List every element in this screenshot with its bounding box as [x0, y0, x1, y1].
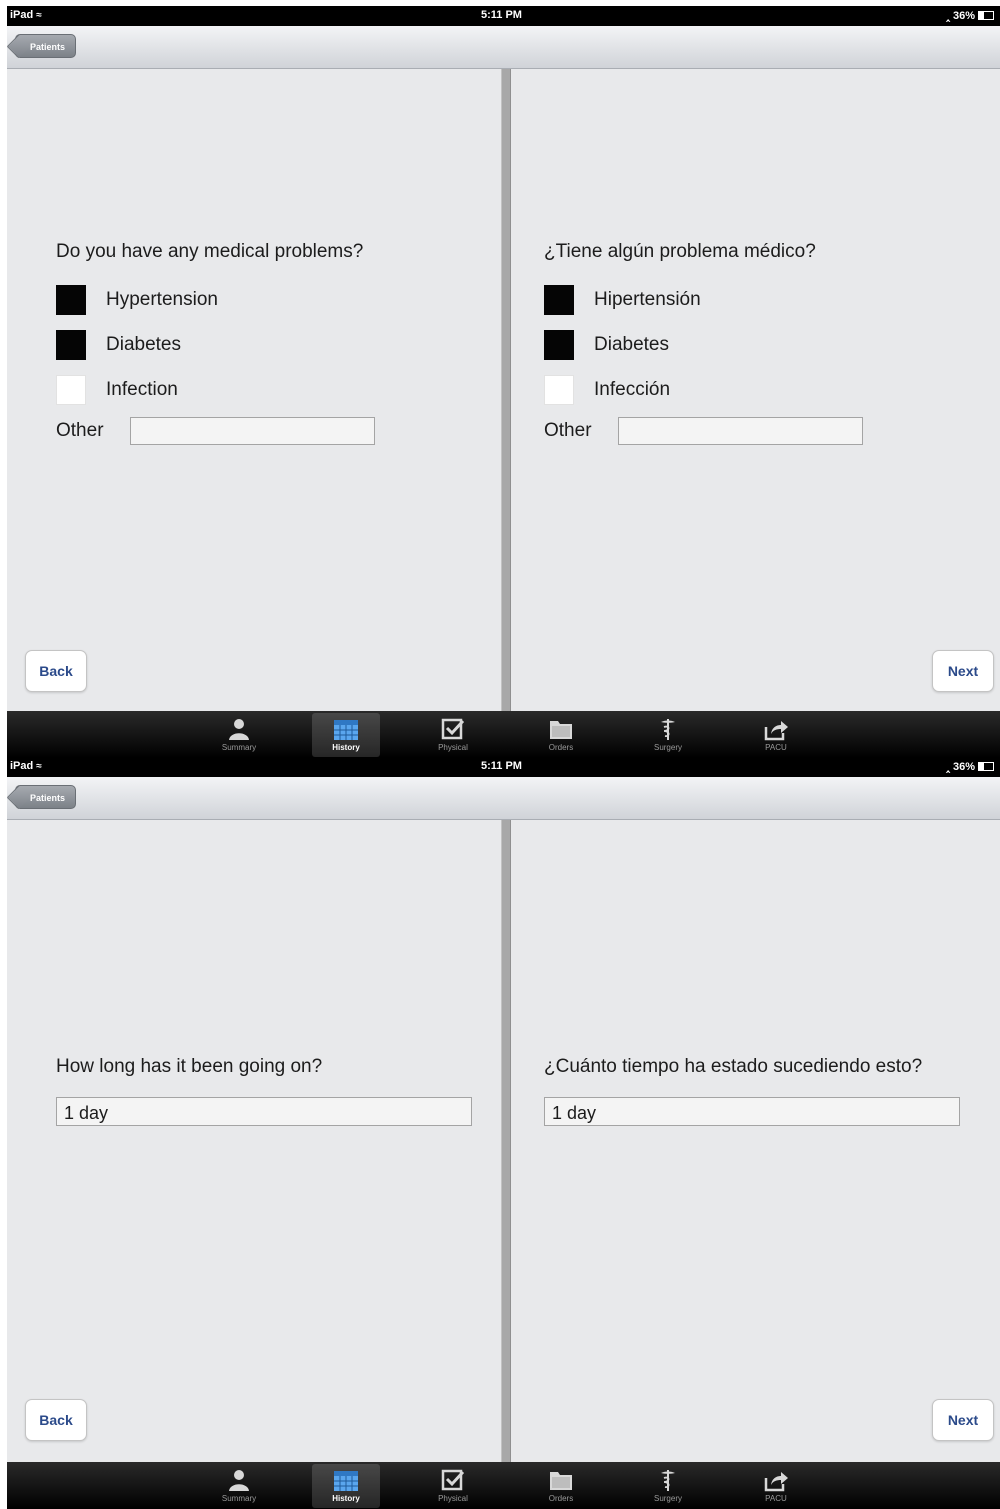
tab-label: History: [332, 743, 360, 752]
tab-history[interactable]: History: [312, 713, 380, 757]
status-battery: ‸ 36%: [946, 9, 994, 22]
spanish-pane: ¿Cuánto tiempo ha estado sucediendo esto…: [511, 820, 1000, 1462]
calendar-icon: [312, 713, 380, 743]
next-button[interactable]: Next: [932, 1399, 994, 1441]
option-hipertension[interactable]: Hipertensión: [544, 285, 701, 315]
checkbox[interactable]: [56, 330, 86, 360]
tab-label: Summary: [221, 743, 257, 752]
option-infeccion[interactable]: Infección: [544, 375, 670, 405]
status-battery: ‸ 36%: [946, 760, 994, 773]
option-hypertension[interactable]: Hypertension: [56, 285, 218, 315]
checkbox-icon: [419, 713, 487, 743]
patients-back-button[interactable]: Patients: [15, 34, 77, 58]
tab-orders[interactable]: Orders: [527, 1464, 595, 1508]
bluetooth-icon: ‸: [946, 761, 950, 773]
checkbox[interactable]: [56, 285, 86, 315]
other-input[interactable]: [130, 417, 375, 445]
calendar-icon: [312, 1464, 380, 1494]
navigation-bar: Patients: [7, 777, 1000, 820]
tab-label: Physical: [438, 743, 468, 752]
other-input[interactable]: [618, 417, 863, 445]
other-label: Other: [56, 420, 104, 441]
tab-summary[interactable]: Summary: [205, 713, 273, 757]
caduceus-icon: [634, 713, 702, 743]
battery-icon: [978, 11, 994, 20]
navigation-bar: Patients: [7, 26, 1000, 69]
tab-label: Summary: [221, 1494, 257, 1503]
back-button[interactable]: Back: [25, 1399, 87, 1441]
spanish-pane: ¿Tiene algún problema médico? Hipertensi…: [511, 69, 1000, 711]
tab-surgery[interactable]: Surgery: [634, 713, 702, 757]
option-infection[interactable]: Infection: [56, 375, 178, 405]
tab-label: History: [332, 1494, 360, 1503]
tab-label: PACU: [765, 743, 787, 752]
status-time: 5:11 PM: [481, 9, 522, 21]
option-diabetes[interactable]: Diabetes: [56, 330, 181, 360]
tab-physical[interactable]: Physical: [419, 1464, 487, 1508]
checkbox[interactable]: [544, 330, 574, 360]
option-label: Hypertension: [106, 289, 218, 310]
tab-label: Surgery: [653, 1494, 682, 1503]
share-icon: [742, 1464, 810, 1494]
other-label: Other: [544, 420, 592, 441]
tab-bar: Summary History Physical Orders Surgery …: [7, 711, 1000, 758]
status-device: iPad ≈: [10, 760, 42, 772]
tab-label: Physical: [438, 1494, 468, 1503]
back-button[interactable]: Back: [25, 650, 87, 692]
option-label: Infection: [106, 379, 178, 400]
status-bar: iPad ≈ 5:11 PM ‸ 36%: [7, 6, 1000, 26]
question-text: ¿Tiene algún problema médico?: [544, 241, 816, 262]
english-pane: How long has it been going on? 1 day Bac…: [7, 820, 501, 1462]
form-content: Do you have any medical problems? Hypert…: [7, 69, 1000, 711]
duration-input[interactable]: 1 day: [56, 1097, 472, 1126]
checkbox[interactable]: [544, 285, 574, 315]
next-button[interactable]: Next: [932, 650, 994, 692]
option-label: Hipertensión: [594, 289, 701, 310]
battery-icon: [978, 762, 994, 771]
checkbox[interactable]: [56, 375, 86, 405]
option-label: Diabetes: [594, 334, 669, 355]
person-icon: [205, 1464, 273, 1494]
checkbox[interactable]: [544, 375, 574, 405]
tab-summary[interactable]: Summary: [205, 1464, 273, 1508]
tab-surgery[interactable]: Surgery: [634, 1464, 702, 1508]
wifi-icon: ≈: [36, 10, 42, 21]
patients-back-button[interactable]: Patients: [15, 785, 77, 809]
tab-label: Orders: [548, 1494, 574, 1503]
folder-icon: [527, 1464, 595, 1494]
bluetooth-icon: ‸: [946, 10, 950, 22]
tab-pacu[interactable]: PACU: [742, 1464, 810, 1508]
status-device: iPad ≈: [10, 9, 42, 21]
english-pane: Do you have any medical problems? Hypert…: [7, 69, 501, 711]
pane-divider: [501, 69, 511, 711]
question-text: ¿Cuánto tiempo ha estado sucediendo esto…: [544, 1056, 923, 1077]
option-diabetes[interactable]: Diabetes: [544, 330, 669, 360]
wifi-icon: ≈: [36, 761, 42, 772]
screen-medical-problems: iPad ≈ 5:11 PM ‸ 36% Patients Do you have…: [7, 6, 1000, 758]
status-time: 5:11 PM: [481, 760, 522, 772]
status-bar: iPad ≈ 5:11 PM ‸ 36%: [7, 757, 1000, 777]
duration-input[interactable]: 1 day: [544, 1097, 960, 1126]
share-icon: [742, 713, 810, 743]
question-text: Do you have any medical problems?: [56, 241, 364, 262]
question-text: How long has it been going on?: [56, 1056, 323, 1077]
tab-bar: Summary History Physical Orders Surgery …: [7, 1462, 1000, 1509]
tab-orders[interactable]: Orders: [527, 713, 595, 757]
tab-label: PACU: [765, 1494, 787, 1503]
caduceus-icon: [634, 1464, 702, 1494]
screen-duration: iPad ≈ 5:11 PM ‸ 36% Patients How long ha…: [7, 757, 1000, 1509]
option-label: Diabetes: [106, 334, 181, 355]
checkbox-icon: [419, 1464, 487, 1494]
tab-pacu[interactable]: PACU: [742, 713, 810, 757]
tab-physical[interactable]: Physical: [419, 713, 487, 757]
form-content: How long has it been going on? 1 day Bac…: [7, 820, 1000, 1462]
folder-icon: [527, 713, 595, 743]
pane-divider: [501, 820, 511, 1462]
tab-label: Orders: [548, 743, 574, 752]
person-icon: [205, 713, 273, 743]
tab-label: Surgery: [653, 743, 682, 752]
tab-history[interactable]: History: [312, 1464, 380, 1508]
option-label: Infección: [594, 379, 671, 400]
